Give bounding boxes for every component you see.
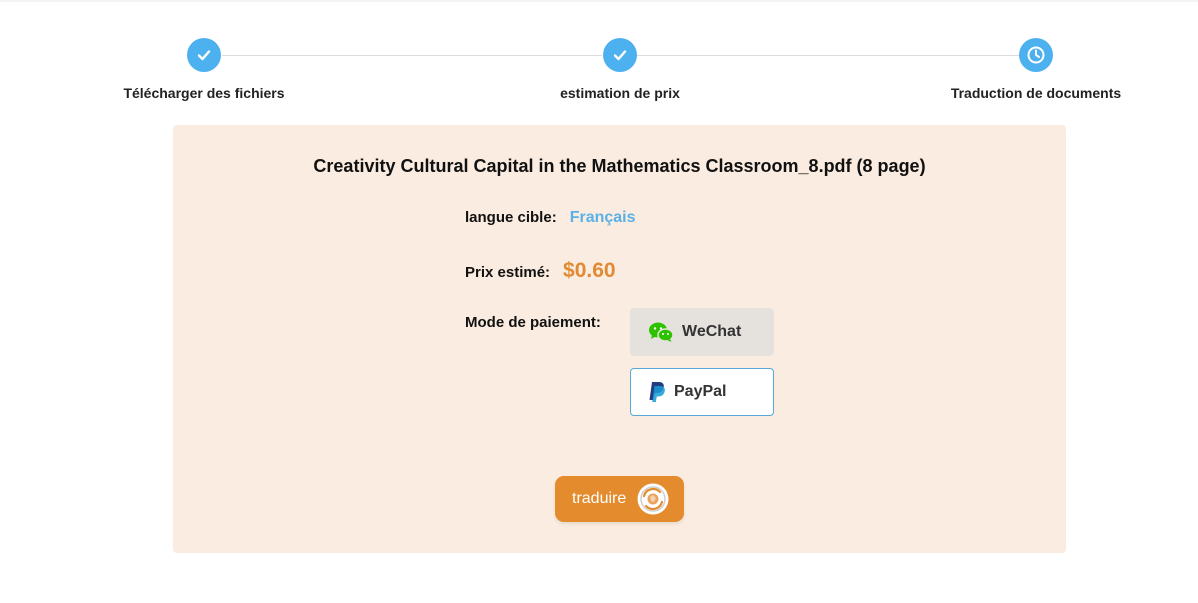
clock-icon — [1027, 46, 1045, 64]
step-translation-label: Traduction de documents — [950, 85, 1122, 101]
target-language-label: langue cible: — [465, 209, 557, 226]
estimated-price-label: Prix estimé: — [465, 264, 551, 281]
paypal-pay-label: PayPal — [674, 383, 727, 400]
check-icon — [613, 50, 627, 61]
step-upload-label: Télécharger des fichiers — [123, 85, 285, 101]
translate-button[interactable]: traduire — [555, 476, 684, 522]
wechat-icon — [648, 321, 674, 343]
payment-method-label: Mode de paiement: — [465, 314, 601, 331]
estimated-price-value: $0.60 — [563, 259, 616, 282]
step-upload-badge — [187, 38, 221, 72]
step-price-estimate-badge — [603, 38, 637, 72]
paypal-pay-button[interactable]: PayPal — [630, 368, 774, 416]
step-translation: Traduction de documents — [916, 38, 1156, 101]
translate-button-label: traduire — [572, 490, 627, 507]
translate-globe-icon — [636, 482, 670, 516]
payment-method-row: Mode de paiement: — [465, 314, 601, 331]
wechat-pay-button[interactable]: WeChat — [630, 308, 774, 356]
wechat-pay-label: WeChat — [682, 323, 742, 340]
paypal-icon — [648, 381, 666, 403]
order-summary-card: Creativity Cultural Capital in the Mathe… — [173, 125, 1066, 553]
step-price-estimate-label: estimation de prix — [560, 85, 680, 101]
estimated-price-row: Prix estimé: $0.60 — [465, 259, 616, 283]
file-title: Creativity Cultural Capital in the Mathe… — [313, 156, 926, 176]
target-language-value: Français — [569, 209, 636, 226]
step-translation-badge — [1019, 38, 1053, 72]
page: Télécharger des fichiers estimation de p… — [0, 0, 1198, 603]
target-language-row: langue cible: Français — [465, 209, 636, 227]
progress-stepper: Télécharger des fichiers estimation de p… — [0, 0, 1198, 110]
step-price-estimate: estimation de prix — [500, 38, 740, 101]
check-icon — [197, 50, 211, 61]
step-upload: Télécharger des fichiers — [84, 38, 324, 101]
